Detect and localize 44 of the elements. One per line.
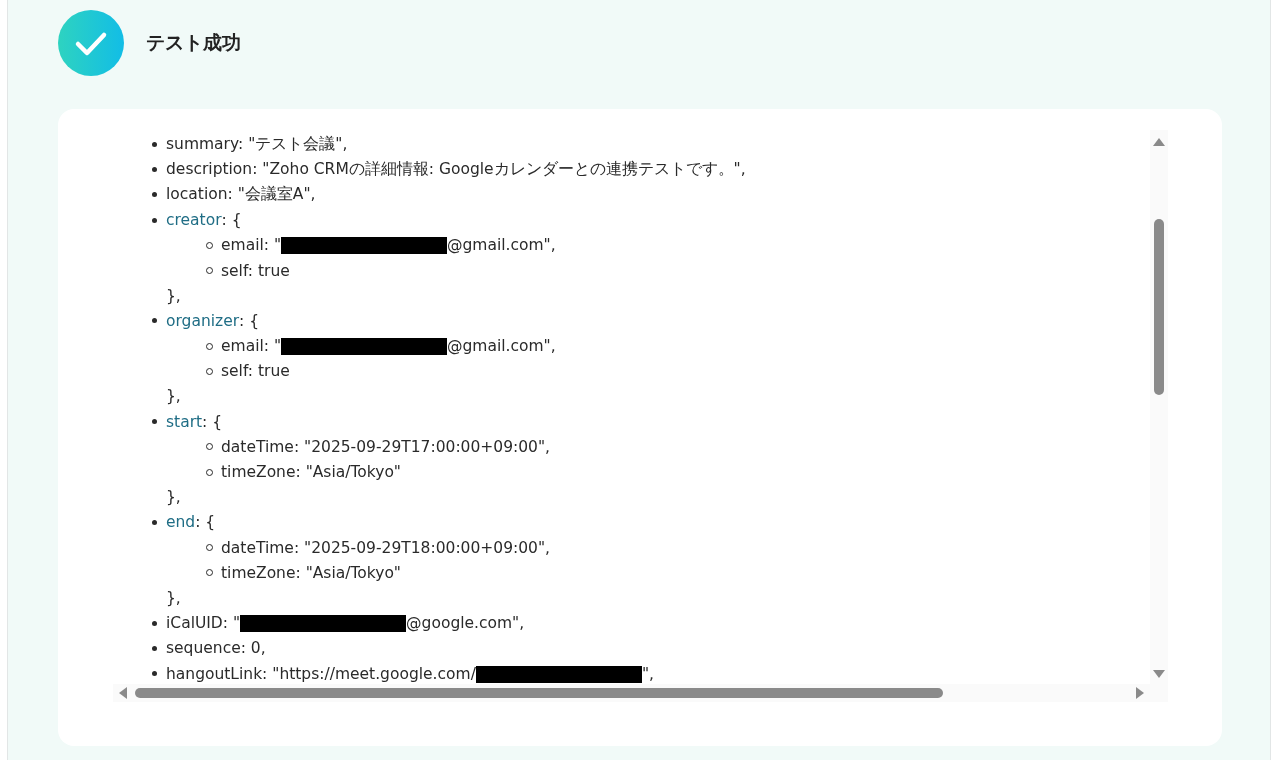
bullet-icon [152, 192, 157, 198]
brace-text: }, [166, 588, 181, 607]
json-field: email: " @gmail.com", [221, 236, 556, 255]
json-field: self: true [221, 261, 290, 280]
object-key: creator [166, 211, 222, 230]
json-field: timeZone: "Asia/Tokyo" [221, 463, 401, 482]
scroll-thumb[interactable] [1154, 219, 1164, 395]
bullet-icon [152, 167, 157, 173]
json-field: description: "Zoho CRMの詳細情報: Googleカレンダーとの連携テストです。", [166, 159, 746, 181]
json-field: sequence: 0, [166, 639, 266, 658]
json-field: summary: "テスト会議", [166, 134, 348, 156]
json-field: timeZone: "Asia/Tokyo" [221, 563, 401, 582]
bullet-icon [152, 217, 157, 223]
object-key: start [166, 412, 203, 431]
object-key: organizer [166, 311, 240, 330]
check-icon [58, 10, 124, 76]
json-field: hangoutLink: "https://meet.google.com/ ", [166, 664, 654, 683]
scroll-left-icon[interactable] [119, 687, 127, 699]
bullet-icon [152, 671, 157, 677]
result-title: テスト成功 [146, 30, 241, 55]
scroll-right-icon[interactable] [1136, 687, 1144, 699]
scroll-up-icon[interactable] [1153, 138, 1165, 146]
brace-text: : { [195, 513, 216, 532]
json-field: iCalUID: " @google.com", [166, 614, 525, 633]
object-key: end [166, 513, 196, 532]
bullet-icon [152, 419, 157, 425]
json-field: email: " @gmail.com", [221, 337, 556, 356]
bullet-icon [152, 620, 157, 626]
scroll-down-icon[interactable] [1153, 670, 1165, 678]
brace-text: : { [202, 412, 223, 431]
json-field: location: "会議室A", [166, 184, 316, 206]
bullet-icon [152, 645, 157, 651]
bullet-icon [152, 142, 157, 148]
brace-text: }, [166, 286, 181, 305]
json-field: self: true [221, 362, 290, 381]
brace-text: }, [166, 488, 181, 507]
bullet-icon [152, 318, 157, 324]
scroll-thumb[interactable] [135, 688, 943, 698]
bullet-icon [152, 519, 157, 525]
json-field: dateTime: "2025-09-29T17:00:00+09:00", [221, 437, 551, 456]
json-field: dateTime: "2025-09-29T18:00:00+09:00", [221, 538, 551, 557]
brace-text: : { [239, 311, 260, 330]
brace-text: }, [166, 387, 181, 406]
brace-text: : { [221, 211, 242, 230]
